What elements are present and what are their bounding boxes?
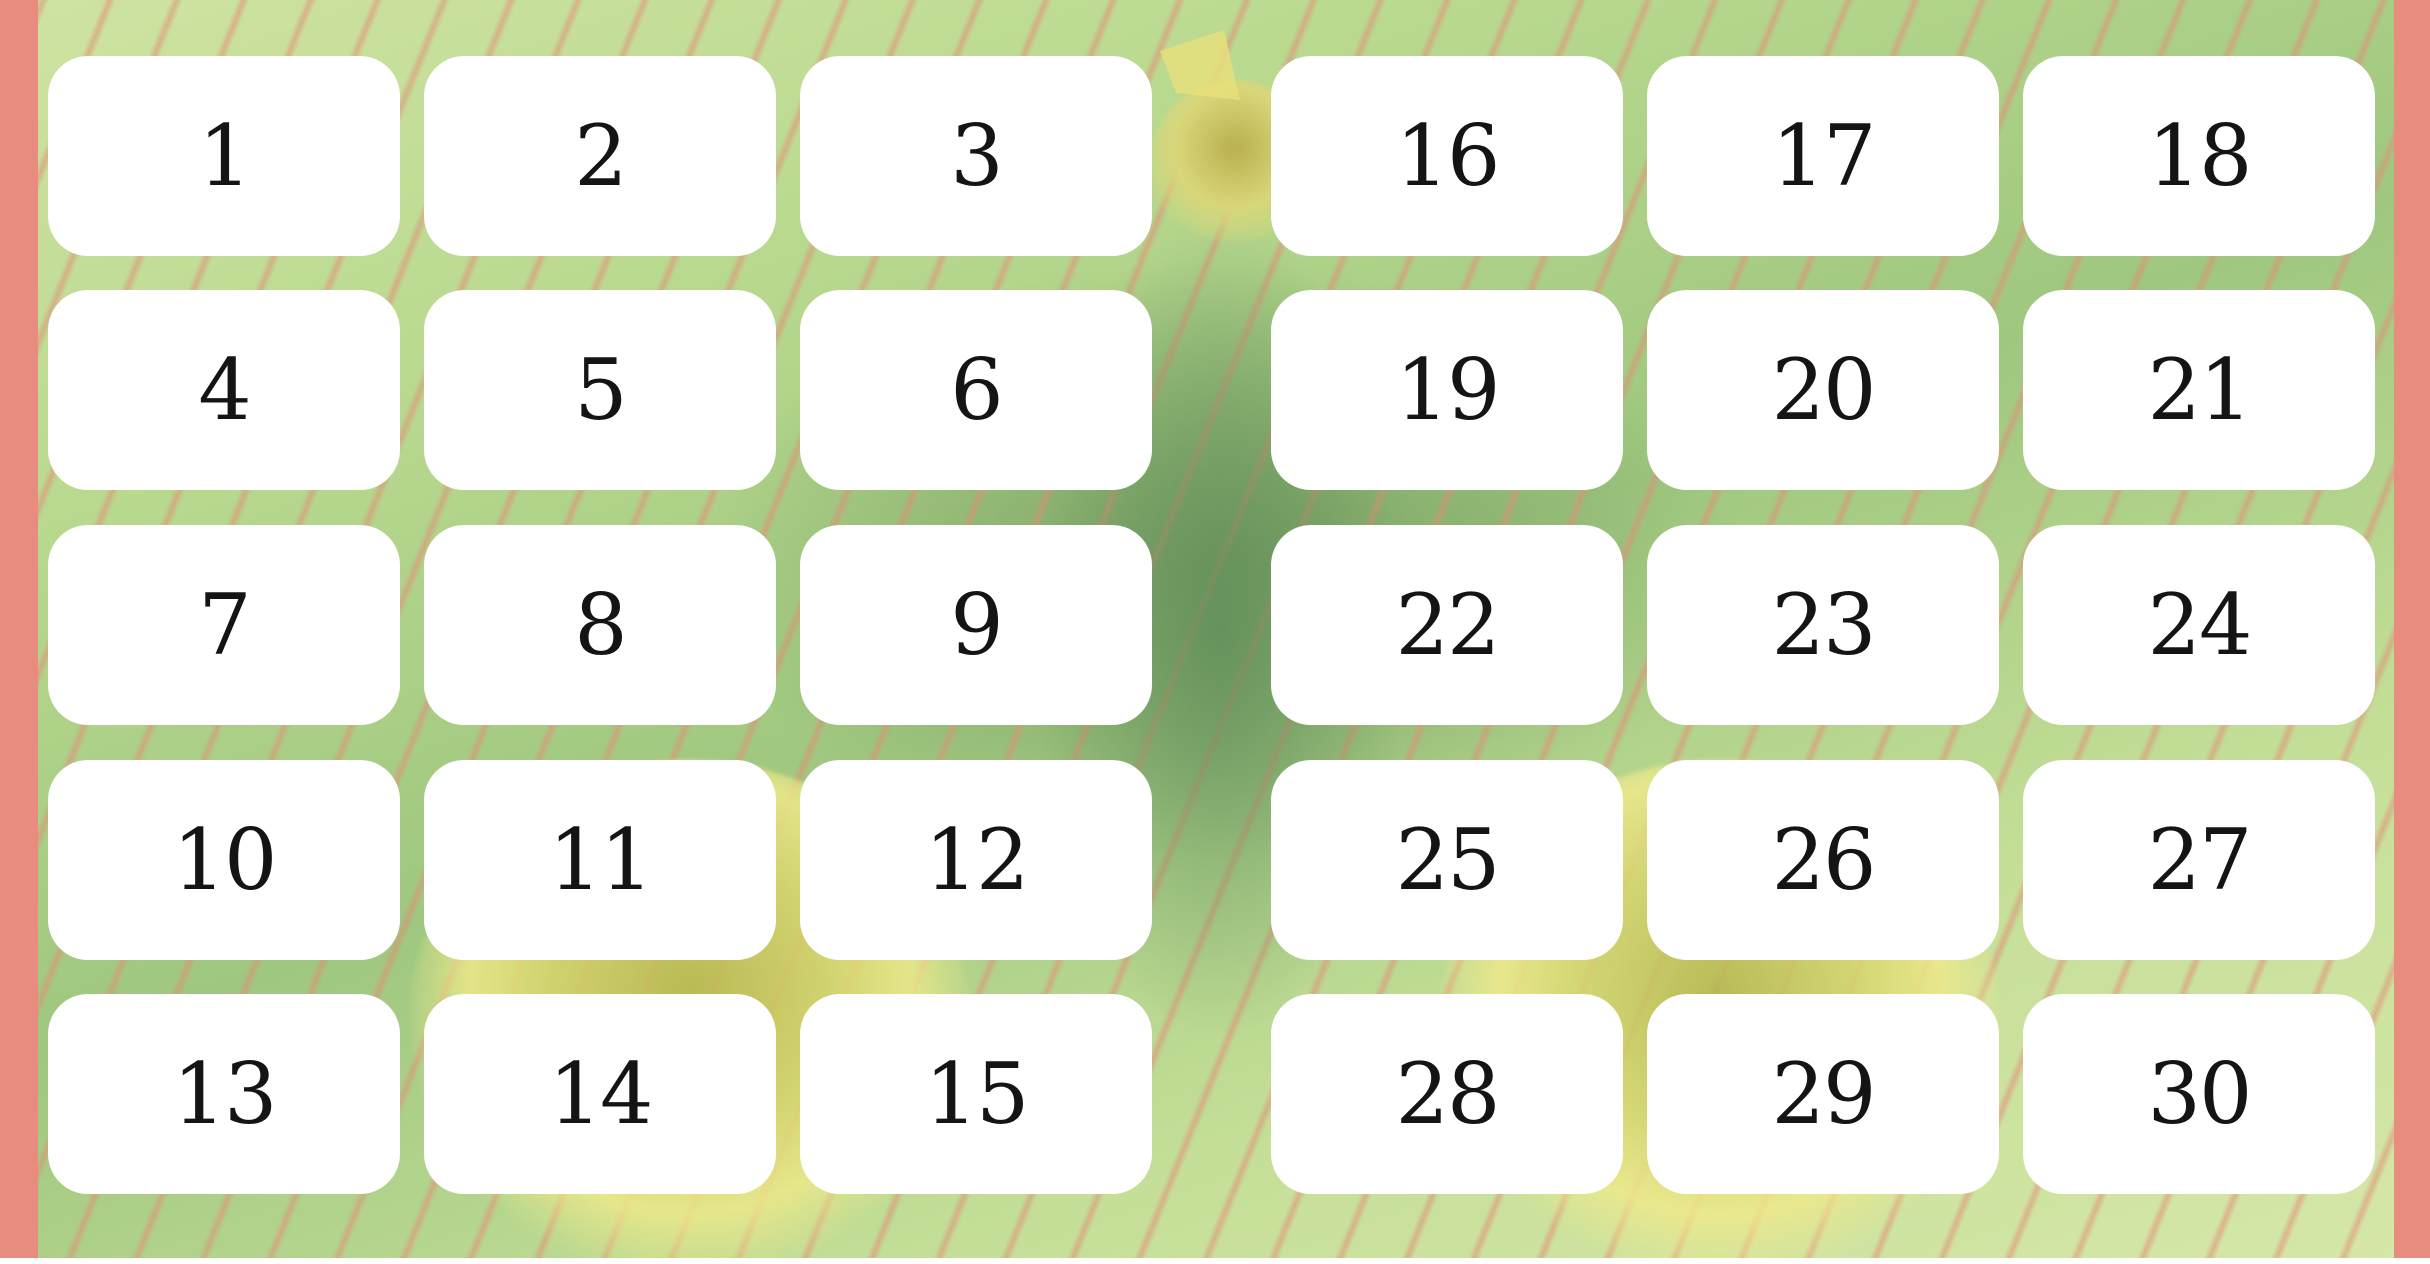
number-tile-27[interactable]: 27 (2023, 760, 2375, 960)
number-tile-1[interactable]: 1 (48, 56, 400, 256)
number-tile-23[interactable]: 23 (1647, 525, 1999, 725)
tile-number: 4 (198, 341, 251, 439)
tile-number: 3 (950, 107, 1003, 205)
tile-number: 18 (2147, 107, 2253, 205)
tile-number: 13 (172, 1045, 278, 1143)
number-tile-21[interactable]: 21 (2023, 290, 2375, 490)
number-tile-13[interactable]: 13 (48, 994, 400, 1194)
bottom-edge (0, 1258, 2430, 1264)
number-tile-9[interactable]: 9 (800, 525, 1152, 725)
tile-number: 30 (2147, 1045, 2253, 1143)
number-tile-25[interactable]: 25 (1271, 760, 1623, 960)
number-tile-14[interactable]: 14 (424, 994, 776, 1194)
number-tile-2[interactable]: 2 (424, 56, 776, 256)
game-board: 1 2 3 4 5 6 7 8 9 10 11 12 13 14 15 16 1… (0, 0, 2430, 1258)
tile-number: 20 (1771, 341, 1877, 439)
tile-number: 22 (1395, 576, 1501, 674)
number-tile-11[interactable]: 11 (424, 760, 776, 960)
number-tile-29[interactable]: 29 (1647, 994, 1999, 1194)
tile-number: 26 (1771, 811, 1877, 909)
tile-number: 21 (2147, 341, 2253, 439)
tile-number: 28 (1395, 1045, 1501, 1143)
number-tile-8[interactable]: 8 (424, 525, 776, 725)
tile-number: 15 (924, 1045, 1030, 1143)
tile-number: 11 (548, 811, 654, 909)
number-tile-28[interactable]: 28 (1271, 994, 1623, 1194)
number-tile-12[interactable]: 12 (800, 760, 1152, 960)
number-tile-18[interactable]: 18 (2023, 56, 2375, 256)
number-tile-26[interactable]: 26 (1647, 760, 1999, 960)
tile-number: 10 (172, 811, 278, 909)
tile-number: 6 (950, 341, 1003, 439)
tile-number: 14 (548, 1045, 654, 1143)
number-tile-10[interactable]: 10 (48, 760, 400, 960)
number-tile-6[interactable]: 6 (800, 290, 1152, 490)
number-tile-7[interactable]: 7 (48, 525, 400, 725)
number-tile-17[interactable]: 17 (1647, 56, 1999, 256)
tile-number: 25 (1395, 811, 1501, 909)
tile-number: 2 (574, 107, 627, 205)
number-tile-20[interactable]: 20 (1647, 290, 1999, 490)
number-tile-30[interactable]: 30 (2023, 994, 2375, 1194)
number-tile-16[interactable]: 16 (1271, 56, 1623, 256)
number-tile-4[interactable]: 4 (48, 290, 400, 490)
number-tile-22[interactable]: 22 (1271, 525, 1623, 725)
right-border (2394, 0, 2430, 1258)
tile-number: 12 (924, 811, 1030, 909)
tile-number: 23 (1771, 576, 1877, 674)
background-ribbon (1160, 30, 1240, 100)
left-border (0, 0, 38, 1258)
tile-number: 1 (198, 107, 251, 205)
tile-number: 27 (2147, 811, 2253, 909)
tile-number: 17 (1771, 107, 1877, 205)
tile-number: 29 (1771, 1045, 1877, 1143)
number-tile-3[interactable]: 3 (800, 56, 1152, 256)
number-tile-5[interactable]: 5 (424, 290, 776, 490)
number-tile-15[interactable]: 15 (800, 994, 1152, 1194)
tile-number: 24 (2147, 576, 2253, 674)
number-tile-24[interactable]: 24 (2023, 525, 2375, 725)
tile-number: 9 (950, 576, 1003, 674)
tile-number: 19 (1395, 341, 1501, 439)
tile-number: 5 (574, 341, 627, 439)
tile-number: 16 (1395, 107, 1501, 205)
tile-number: 8 (574, 576, 627, 674)
tile-number: 7 (198, 576, 251, 674)
number-tile-19[interactable]: 19 (1271, 290, 1623, 490)
